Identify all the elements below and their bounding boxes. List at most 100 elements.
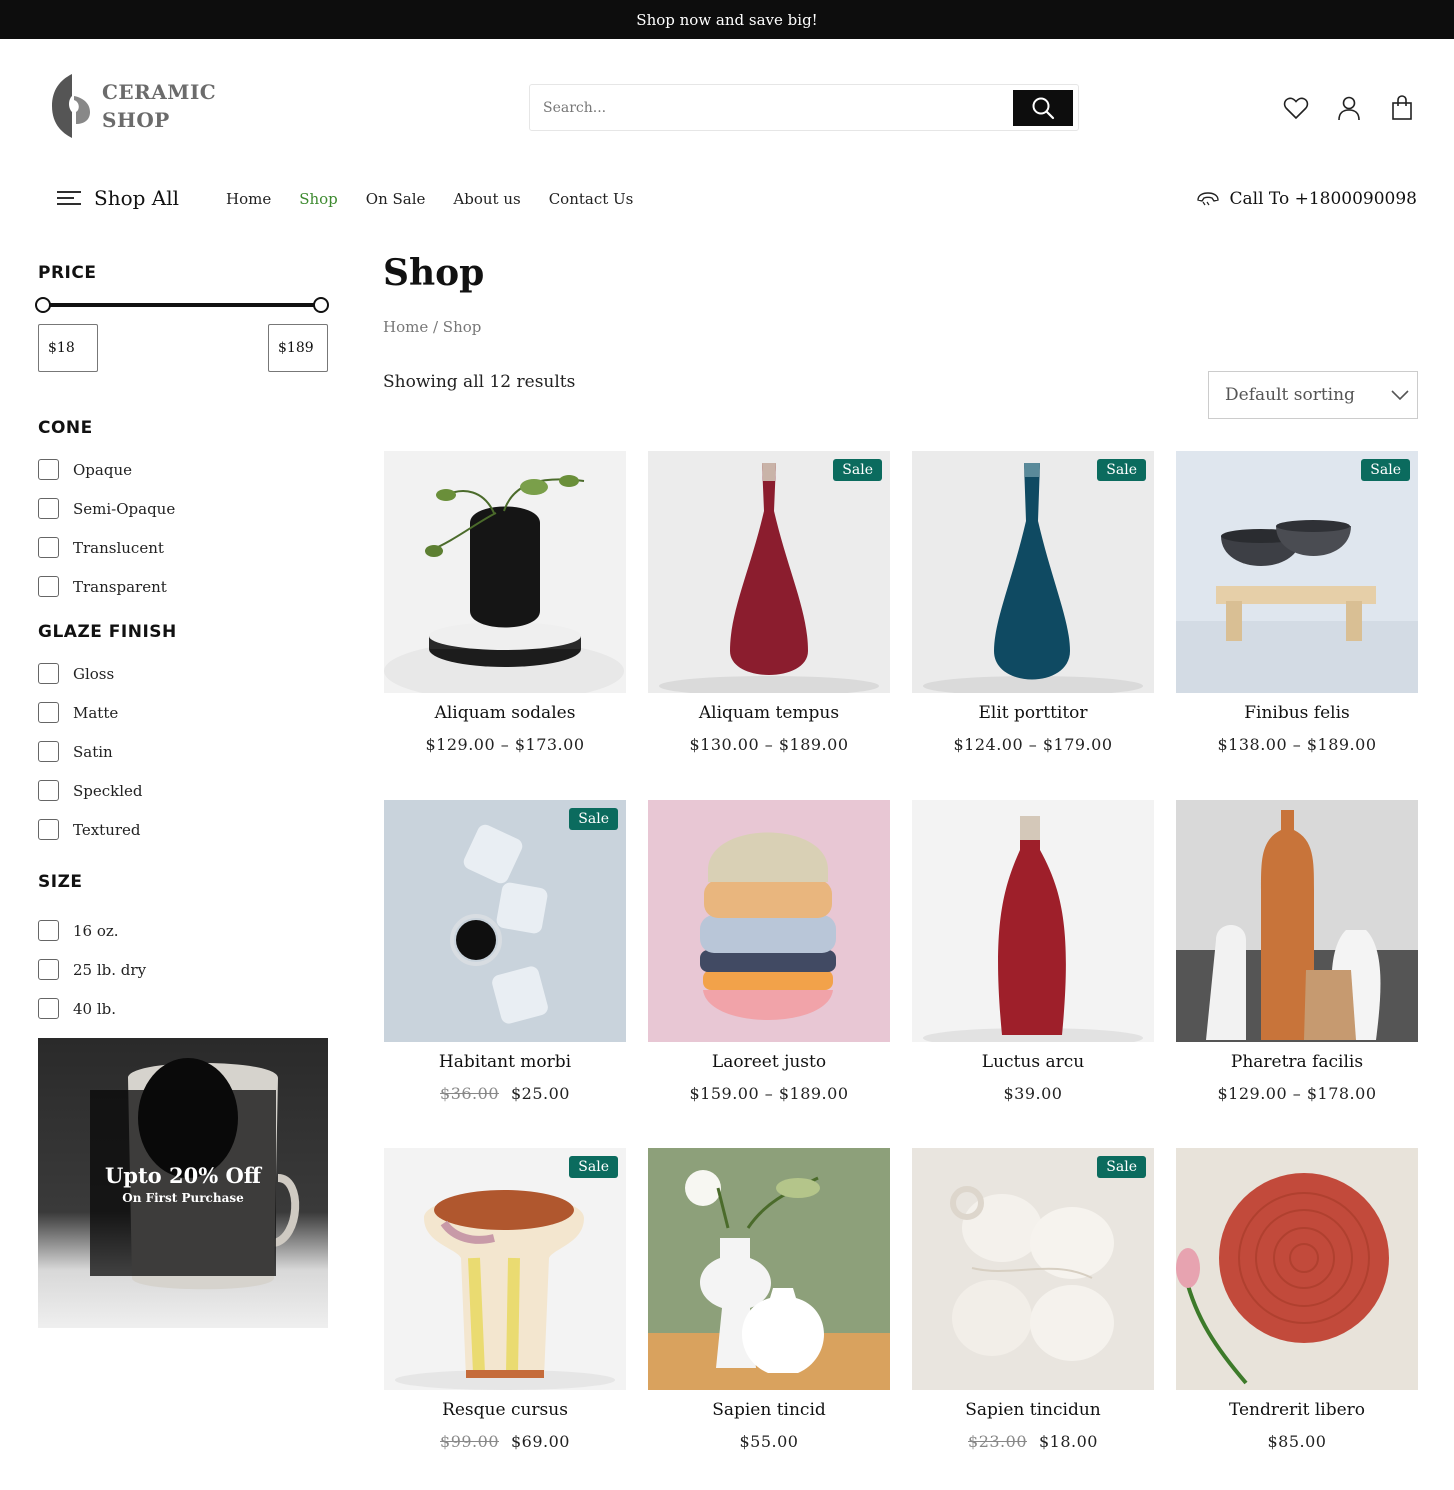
product-image[interactable] bbox=[1176, 800, 1418, 1042]
price-max-input[interactable]: $189 bbox=[268, 324, 328, 372]
product-name[interactable]: Sapien tincid bbox=[648, 1400, 890, 1420]
filter-option-gloss[interactable]: Gloss bbox=[38, 654, 143, 693]
filter-option-textured[interactable]: Textured bbox=[38, 810, 143, 849]
product-image[interactable]: Sale bbox=[648, 451, 890, 693]
product-price: $129.00 – $178.00 bbox=[1176, 1084, 1418, 1103]
filter-option-semi-opaque[interactable]: Semi-Opaque bbox=[38, 489, 175, 528]
filter-option-label: Satin bbox=[73, 742, 113, 761]
filter-option-label: Speckled bbox=[73, 781, 143, 800]
checkbox[interactable] bbox=[38, 959, 59, 980]
product-image[interactable]: Sale bbox=[384, 800, 626, 1042]
product-image[interactable]: Sale bbox=[1176, 451, 1418, 693]
glaze-filter-title: GLAZE FINISH bbox=[38, 622, 177, 642]
product-old-price: $23.00 bbox=[968, 1432, 1027, 1451]
logo[interactable]: CERAMIC SHOP bbox=[50, 72, 216, 140]
search-button[interactable] bbox=[1013, 90, 1073, 126]
product-price: $130.00 – $189.00 bbox=[648, 735, 890, 754]
product-name[interactable]: Habitant morbi bbox=[384, 1052, 626, 1072]
filter-option-label: Translucent bbox=[73, 538, 164, 557]
filter-option-opaque[interactable]: Opaque bbox=[38, 450, 175, 489]
product-price: $36.00 $25.00 bbox=[384, 1084, 626, 1103]
user-icon bbox=[1338, 96, 1360, 121]
product-price: $23.00 $18.00 bbox=[912, 1432, 1154, 1451]
product-image[interactable] bbox=[384, 451, 626, 693]
wishlist-button[interactable] bbox=[1281, 93, 1311, 123]
product-name[interactable]: Resque cursus bbox=[384, 1400, 626, 1420]
shop-all-menu[interactable]: Shop All bbox=[56, 186, 179, 210]
product-price: $129.00 – $173.00 bbox=[384, 735, 626, 754]
chevron-down-icon bbox=[1391, 390, 1409, 401]
price-min-input[interactable]: $18 bbox=[38, 324, 98, 372]
logo-line1: CERAMIC bbox=[102, 80, 217, 104]
product-name[interactable]: Luctus arcu bbox=[912, 1052, 1154, 1072]
page-title: Shop bbox=[383, 252, 485, 294]
checkbox[interactable] bbox=[38, 920, 59, 941]
filter-option-16oz[interactable]: 16 oz. bbox=[38, 911, 146, 950]
call-link[interactable]: Call To +1800090098 bbox=[1196, 189, 1417, 209]
product-current-price: $69.00 bbox=[511, 1432, 570, 1451]
product-price: $138.00 – $189.00 bbox=[1176, 735, 1418, 754]
product-image[interactable] bbox=[648, 1148, 890, 1390]
product-name[interactable]: Aliquam sodales bbox=[384, 703, 626, 723]
stacked-bowls-image bbox=[648, 800, 890, 1042]
checkbox[interactable] bbox=[38, 819, 59, 840]
terracotta-plate-image bbox=[1176, 1148, 1418, 1390]
product-image[interactable]: Sale bbox=[912, 1148, 1154, 1390]
shopping-bag-icon bbox=[1392, 95, 1412, 120]
sale-badge: Sale bbox=[1097, 1156, 1146, 1178]
product-name[interactable]: Finibus felis bbox=[1176, 703, 1418, 723]
nav-home[interactable]: Home bbox=[226, 190, 271, 208]
sort-select[interactable]: Default sorting bbox=[1208, 371, 1418, 419]
product-name[interactable]: Aliquam tempus bbox=[648, 703, 890, 723]
nav-contact-us[interactable]: Contact Us bbox=[549, 190, 634, 208]
product-current-price: $25.00 bbox=[511, 1084, 570, 1103]
checkbox[interactable] bbox=[38, 702, 59, 723]
filter-option-label: Opaque bbox=[73, 460, 132, 479]
nav-shop[interactable]: Shop bbox=[299, 190, 338, 208]
checkbox[interactable] bbox=[38, 998, 59, 1019]
product-name[interactable]: Sapien tincidun bbox=[912, 1400, 1154, 1420]
textured-cups-image bbox=[384, 800, 626, 1042]
price-range-track[interactable] bbox=[43, 303, 323, 307]
product-image[interactable]: Sale bbox=[912, 451, 1154, 693]
price-range-min-handle[interactable] bbox=[35, 297, 51, 313]
price-range-max-handle[interactable] bbox=[313, 297, 329, 313]
checkbox[interactable] bbox=[38, 498, 59, 519]
filter-option-matte[interactable]: Matte bbox=[38, 693, 143, 732]
logo-line2: SHOP bbox=[102, 108, 170, 132]
checkbox[interactable] bbox=[38, 576, 59, 597]
account-button[interactable] bbox=[1334, 93, 1364, 123]
product-name[interactable]: Tendrerit libero bbox=[1176, 1400, 1418, 1420]
filter-option-25lb-dry[interactable]: 25 lb. dry bbox=[38, 950, 146, 989]
cart-button[interactable] bbox=[1387, 93, 1417, 123]
white-cups-pile-image bbox=[912, 1148, 1154, 1390]
filter-option-transparent[interactable]: Transparent bbox=[38, 567, 175, 606]
product-name[interactable]: Elit porttitor bbox=[912, 703, 1154, 723]
product-image[interactable] bbox=[648, 800, 890, 1042]
product-card: Sapien tincid $55.00 bbox=[648, 1148, 890, 1451]
product-name[interactable]: Pharetra facilis bbox=[1176, 1052, 1418, 1072]
filter-option-40lb[interactable]: 40 lb. bbox=[38, 989, 146, 1028]
breadcrumb[interactable]: Home / Shop bbox=[383, 318, 481, 336]
search-input[interactable] bbox=[530, 85, 1010, 130]
product-name[interactable]: Laoreet justo bbox=[648, 1052, 890, 1072]
nav-on-sale[interactable]: On Sale bbox=[366, 190, 426, 208]
product-image[interactable] bbox=[1176, 1148, 1418, 1390]
checkbox[interactable] bbox=[38, 459, 59, 480]
product-card: Luctus arcu $39.00 bbox=[912, 800, 1154, 1103]
filter-option-speckled[interactable]: Speckled bbox=[38, 771, 143, 810]
product-price: $55.00 bbox=[648, 1432, 890, 1451]
product-image[interactable] bbox=[912, 800, 1154, 1042]
filter-option-satin[interactable]: Satin bbox=[38, 732, 143, 771]
nav-about-us[interactable]: About us bbox=[453, 190, 520, 208]
checkbox[interactable] bbox=[38, 741, 59, 762]
product-current-price: $138.00 – $189.00 bbox=[1217, 735, 1377, 754]
checkbox[interactable] bbox=[38, 663, 59, 684]
product-current-price: $130.00 – $189.00 bbox=[689, 735, 849, 754]
filter-option-translucent[interactable]: Translucent bbox=[38, 528, 175, 567]
promo-banner[interactable]: Upto 20% Off On First Purchase bbox=[38, 1038, 328, 1328]
product-card: Sale Resque cursus $99.00 $69.00 bbox=[384, 1148, 626, 1451]
checkbox[interactable] bbox=[38, 780, 59, 801]
checkbox[interactable] bbox=[38, 537, 59, 558]
product-image[interactable]: Sale bbox=[384, 1148, 626, 1390]
